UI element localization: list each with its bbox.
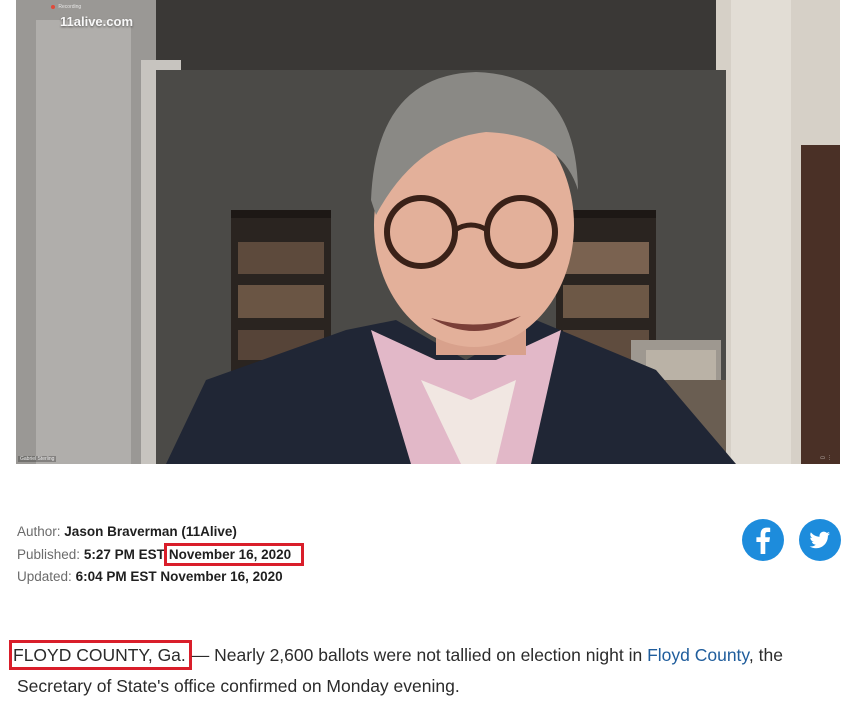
updated-time: 6:04 PM EST xyxy=(75,569,157,584)
video-controls[interactable]: ▭⋮ xyxy=(820,455,834,461)
article-lead-paragraph: FLOYD COUNTY, Ga. — Nearly 2,600 ballots … xyxy=(9,640,847,702)
video-source-label: 11alive.com xyxy=(60,14,133,29)
fullscreen-icon[interactable]: ▭ xyxy=(820,455,827,461)
author-name: Jason Braverman (11Alive) xyxy=(64,524,237,539)
published-time: 5:27 PM EST xyxy=(83,547,165,562)
updated-line: Updated: 6:04 PM EST November 16, 2020 xyxy=(17,566,304,588)
recording-label: Recording xyxy=(58,4,82,10)
updated-date: November 16, 2020 xyxy=(160,569,283,584)
published-label: Published: xyxy=(17,547,81,562)
recording-indicator: Recording xyxy=(51,4,81,10)
facebook-share-button[interactable] xyxy=(742,519,784,561)
author-line: Author: Jason Braverman (11Alive) xyxy=(17,521,304,543)
twitter-icon xyxy=(809,531,830,549)
facebook-icon xyxy=(756,527,771,554)
author-label: Author: xyxy=(17,524,61,539)
floyd-county-link[interactable]: Floyd County xyxy=(647,645,749,665)
video-player[interactable]: Recording 11alive.com Gabriel Sterling ▭… xyxy=(16,0,840,464)
more-icon[interactable]: ⋮ xyxy=(827,455,834,461)
speaker-name-label: Gabriel Sterling xyxy=(18,456,57,462)
updated-label: Updated: xyxy=(17,569,72,584)
article-dateline: FLOYD COUNTY, Ga. xyxy=(9,640,192,670)
twitter-share-button[interactable] xyxy=(799,519,841,561)
published-date: November 16, 2020 xyxy=(163,543,305,566)
record-dot-icon xyxy=(51,4,55,9)
video-frame-scene xyxy=(16,0,840,464)
article-meta: Author: Jason Braverman (11Alive) Publis… xyxy=(17,521,305,588)
published-line: Published: 5:27 PM EST November 16, 2020 xyxy=(17,543,305,566)
article-text-part1: — Nearly 2,600 ballots were not tallied … xyxy=(191,645,643,665)
